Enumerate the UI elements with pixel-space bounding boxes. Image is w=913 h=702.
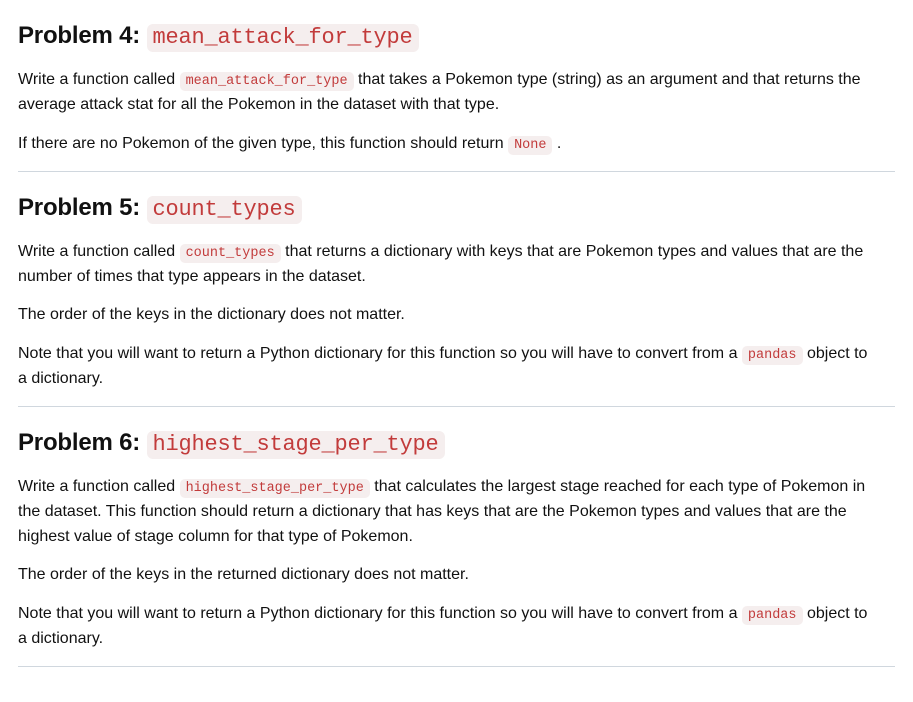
- paragraph: The order of the keys in the dictionary …: [18, 303, 876, 328]
- problem-section: Problem 5: count_types Write a function …: [18, 190, 895, 407]
- paragraph: The order of the keys in the returned di…: [18, 563, 876, 588]
- text-run: The order of the keys in the returned di…: [18, 566, 469, 583]
- document-page: Problem 4: mean_attack_for_type Write a …: [0, 0, 913, 702]
- inline-code: pandas: [742, 606, 803, 625]
- text-run: Note that you will want to return a Pyth…: [18, 605, 742, 622]
- paragraph: Note that you will want to return a Pyth…: [18, 602, 876, 652]
- heading-code: count_types: [147, 196, 302, 224]
- paragraph: Write a function called count_types that…: [18, 240, 876, 290]
- inline-code: highest_stage_per_type: [180, 479, 370, 498]
- problem-section: Problem 6: highest_stage_per_type Write …: [18, 425, 895, 667]
- text-run: Write a function called: [18, 71, 180, 88]
- paragraph: Write a function called highest_stage_pe…: [18, 475, 876, 550]
- inline-code: count_types: [180, 244, 281, 263]
- problem-heading: Problem 6: highest_stage_per_type: [18, 425, 895, 461]
- text-run: Write a function called: [18, 243, 180, 260]
- paragraph: If there are no Pokemon of the given typ…: [18, 132, 876, 157]
- heading-code: mean_attack_for_type: [147, 24, 419, 52]
- inline-code: None: [508, 136, 552, 155]
- problem-section: Problem 4: mean_attack_for_type Write a …: [18, 18, 895, 172]
- heading-prefix: Problem 6:: [18, 429, 147, 456]
- text-run: If there are no Pokemon of the given typ…: [18, 135, 508, 152]
- text-run: Write a function called: [18, 478, 180, 495]
- inline-code: pandas: [742, 346, 803, 365]
- heading-prefix: Problem 4:: [18, 22, 147, 49]
- paragraph: Write a function called mean_attack_for_…: [18, 68, 876, 118]
- problem-heading: Problem 5: count_types: [18, 190, 895, 226]
- paragraph: Note that you will want to return a Pyth…: [18, 342, 876, 392]
- heading-prefix: Problem 5:: [18, 194, 147, 221]
- inline-code: mean_attack_for_type: [180, 72, 354, 91]
- text-run: The order of the keys in the dictionary …: [18, 306, 405, 323]
- heading-code: highest_stage_per_type: [147, 431, 445, 459]
- problem-heading: Problem 4: mean_attack_for_type: [18, 18, 895, 54]
- text-run: Note that you will want to return a Pyth…: [18, 345, 742, 362]
- text-run: .: [552, 135, 561, 152]
